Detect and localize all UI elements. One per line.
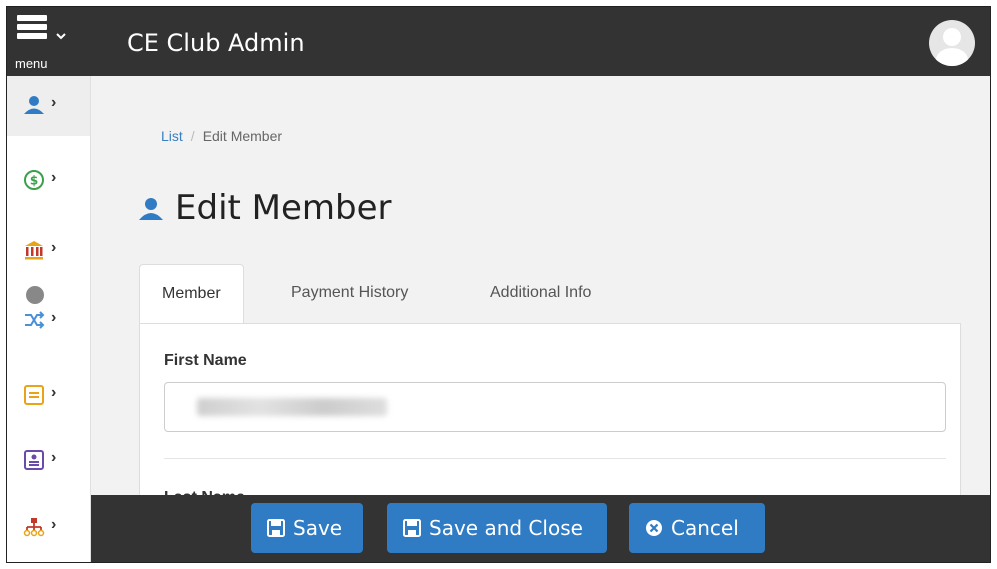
svg-text:$: $ (30, 174, 38, 188)
chevron-right-icon: › (51, 449, 57, 466)
top-bar: menu CE Club Admin (7, 7, 990, 76)
member-icon (139, 198, 163, 220)
breadcrumb-current: Edit Member (202, 128, 283, 144)
breadcrumb-separator: / (190, 128, 195, 144)
app-window: menu CE Club Admin › $ › › › › › › List … (6, 6, 991, 563)
hamburger-icon (17, 15, 47, 43)
divider (164, 458, 946, 459)
first-name-label: First Name (164, 352, 247, 369)
member-icon (24, 96, 44, 114)
breadcrumb: List / Edit Member (161, 128, 282, 144)
sidebar-item-transfers[interactable]: › (7, 281, 90, 341)
first-name-field[interactable] (164, 382, 946, 432)
main-content: List / Edit Member Edit Member Member Paym… (91, 76, 990, 562)
cancel-circle-icon (646, 519, 662, 536)
org-chart-icon (23, 518, 45, 537)
menu-label: menu (15, 56, 48, 71)
redacted-value (197, 398, 387, 416)
tab-additional-info[interactable]: Additional Info (490, 264, 591, 322)
tab-bar: Member Payment History Additional Info (139, 264, 959, 324)
chevron-right-icon: › (51, 309, 57, 326)
dollar-circle-icon: $ (24, 170, 44, 190)
app-title: CE Club Admin (127, 29, 305, 57)
save-button[interactable]: Save (251, 503, 363, 553)
sidebar-item-lists[interactable]: › (7, 366, 90, 426)
list-icon (24, 385, 44, 405)
shuffle-icon (25, 311, 45, 329)
sidebar: › $ › › › › › › (7, 76, 91, 562)
floppy-disk-icon (403, 518, 421, 537)
cancel-button[interactable]: Cancel (629, 503, 765, 553)
avatar[interactable] (929, 20, 975, 66)
breadcrumb-list-link[interactable]: List (161, 128, 183, 144)
tab-payment-history[interactable]: Payment History (291, 264, 408, 322)
sidebar-item-members[interactable]: › (7, 76, 90, 136)
chevron-right-icon: › (51, 384, 57, 401)
sidebar-item-organization[interactable]: › (7, 498, 90, 558)
cancel-button-label: Cancel (671, 516, 739, 540)
sidebar-item-bank[interactable]: › (7, 221, 90, 281)
chevron-right-icon: › (51, 239, 57, 256)
sidebar-item-reports[interactable]: › (7, 431, 90, 491)
chevron-right-icon: › (51, 94, 57, 111)
chevron-down-icon (56, 33, 66, 40)
bank-icon (25, 241, 43, 260)
tab-member[interactable]: Member (139, 264, 244, 324)
status-dot-icon (26, 286, 44, 304)
action-bar: Save Save and Close Cancel (91, 495, 990, 562)
floppy-disk-icon (267, 518, 285, 537)
save-and-close-button[interactable]: Save and Close (387, 503, 607, 553)
chevron-right-icon: › (51, 516, 57, 533)
menu-button[interactable]: menu (13, 9, 79, 75)
page-title: Edit Member (175, 188, 392, 228)
save-button-label: Save (293, 516, 343, 540)
report-icon (24, 450, 44, 470)
chevron-right-icon: › (51, 169, 57, 186)
save-and-close-label: Save and Close (429, 516, 583, 540)
sidebar-item-payments[interactable]: $ › (7, 151, 90, 211)
